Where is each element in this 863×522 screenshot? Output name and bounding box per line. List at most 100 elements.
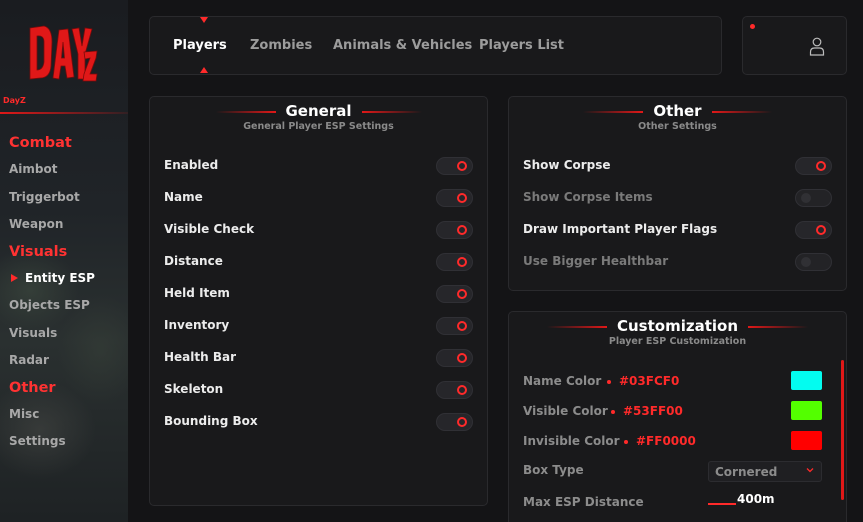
other-panel: Other Other Settings Show Corpse Show Co… [508,96,847,291]
tab-players-list[interactable]: Players List [479,38,564,53]
option-label: Visible Check [164,222,255,236]
sidebar-item-settings[interactable]: Settings [0,428,128,456]
option-bounding-box: Bounding Box [164,412,473,432]
active-tab-marker-top [200,17,208,23]
option-use-bigger-healthbar: Use Bigger Healthbar [523,252,832,272]
toggle-knob [457,225,467,235]
inventory-toggle[interactable] [436,317,473,335]
sidebar-divider [0,112,128,114]
option-distance: Distance [164,252,473,272]
customization-title: Customization [546,317,809,335]
sidebar-item-weapon[interactable]: Weapon [0,211,128,239]
sidebar: DayZ Combat Aimbot Triggerbot Weapon Vis… [0,0,128,522]
tab-players[interactable]: Players [173,38,227,53]
box-type-value: Cornered [715,465,778,479]
max-esp-distance-label: Max ESP Distance [523,495,644,509]
visible-color-swatch[interactable] [791,401,822,420]
option-label: Bounding Box [164,414,258,428]
sidebar-item-visuals[interactable]: Visuals [0,320,128,348]
option-label: Enabled [164,158,219,172]
toggle-knob [457,193,467,203]
toggle-knob [457,385,467,395]
general-header: General General Player ESP Settings [150,101,487,132]
use-bigger-healthbar-toggle[interactable] [795,253,832,271]
sidebar-item-radar[interactable]: Radar [0,347,128,375]
tab-zombies[interactable]: Zombies [250,38,312,53]
option-show-corpse: Show Corpse [523,156,832,176]
general-title: General [215,102,422,120]
held-item-toggle[interactable] [436,285,473,303]
health-bar-toggle[interactable] [436,349,473,367]
visible-check-toggle[interactable] [436,221,473,239]
option-label: Inventory [164,318,230,332]
box-type-row: Box Type Cornered [523,461,822,483]
toggle-knob [457,257,467,267]
toggle-knob [816,161,826,171]
box-type-select[interactable]: Cornered [708,461,822,482]
max-esp-distance-slider[interactable] [708,503,736,505]
sidebar-item-triggerbot[interactable]: Triggerbot [0,184,128,212]
sidebar-item-misc[interactable]: Misc [0,401,128,429]
toggle-knob [457,161,467,171]
customization-panel: Customization Player ESP Customization N… [508,311,847,522]
visible-color-row: Visible Color #53FF00 [523,400,822,422]
option-label: Show Corpse Items [523,190,653,204]
option-show-corpse-items: Show Corpse Items [523,188,832,208]
show-corpse-toggle[interactable] [795,157,832,175]
invisible-color-hex: #FF0000 [624,434,696,448]
active-tab-marker-bottom [200,67,208,73]
sidebar-item-aimbot[interactable]: Aimbot [0,156,128,184]
visible-color-hex: #53FF00 [611,404,683,418]
distance-toggle[interactable] [436,253,473,271]
option-label: Distance [164,254,223,268]
option-label: Show Corpse [523,158,611,172]
name-toggle[interactable] [436,189,473,207]
show-corpse-items-toggle[interactable] [795,189,832,207]
invisible-color-row: Invisible Color #FF0000 [523,430,822,452]
option-enabled: Enabled [164,156,473,176]
option-visible-check: Visible Check [164,220,473,240]
bounding-box-toggle[interactable] [436,413,473,431]
tab-animals-vehicles[interactable]: Animals & Vehicles [333,38,472,53]
toggle-knob [457,353,467,363]
sidebar-item-entity-esp[interactable]: Entity ESP [0,265,128,293]
customization-subtitle: Player ESP Customization [608,336,747,347]
general-subtitle: General Player ESP Settings [243,121,394,132]
option-health-bar: Health Bar [164,348,473,368]
general-panel: General General Player ESP Settings Enab… [149,96,488,506]
box-type-label: Box Type [523,463,584,477]
name-color-row: Name Color #03FCF0 [523,370,822,392]
other-subtitle: Other Settings [638,121,717,132]
max-esp-distance-value: 400m [737,492,775,506]
user-panel [742,16,847,75]
option-skeleton: Skeleton [164,380,473,400]
skeleton-toggle[interactable] [436,381,473,399]
option-held-item: Held Item [164,284,473,304]
toggle-knob [816,225,826,235]
draw-important-player-flags-toggle[interactable] [795,221,832,239]
sidebar-section-other: Other [9,379,56,396]
name-color-hex: #03FCF0 [606,374,680,388]
sidebar-section-combat: Combat [9,135,72,151]
option-label: Draw Important Player Flags [523,222,718,236]
sidebar-item-objects-esp[interactable]: Objects ESP [0,292,128,320]
enabled-toggle[interactable] [436,157,473,175]
option-label: Use Bigger Healthbar [523,254,669,268]
user-icon[interactable] [809,37,825,56]
max-esp-distance-row: Max ESP Distance 400m [523,491,822,513]
status-dot [750,24,755,29]
brand-subtitle: DayZ [3,96,26,105]
name-color-label: Name Color [523,374,602,388]
visible-color-label: Visible Color [523,404,608,418]
dayz-logo [29,25,98,82]
chevron-down-icon [806,468,814,473]
toggle-knob [801,257,811,267]
toggle-knob [457,417,467,427]
customization-header: Customization Player ESP Customization [509,316,846,347]
sidebar-nav: Combat Aimbot Triggerbot Weapon Visuals … [0,130,128,456]
option-name: Name [164,188,473,208]
invisible-color-swatch[interactable] [791,431,822,450]
name-color-swatch[interactable] [791,371,822,390]
toggle-knob [457,289,467,299]
scrollbar[interactable] [841,360,844,500]
